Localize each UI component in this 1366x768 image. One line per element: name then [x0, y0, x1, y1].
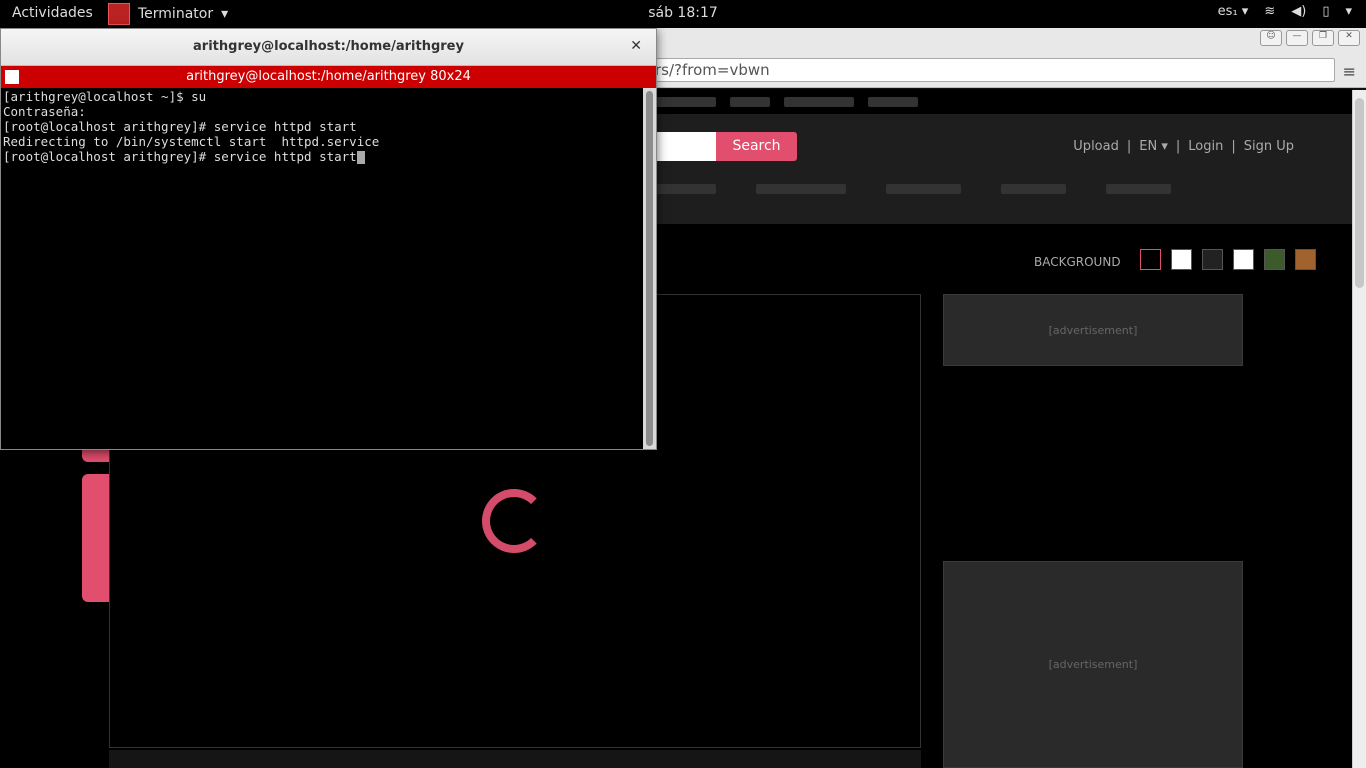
site-search-button[interactable]: Search: [716, 132, 797, 161]
swatch-pattern-dark[interactable]: [1202, 249, 1223, 270]
page-scrollbar-thumb[interactable]: [1355, 98, 1364, 288]
app-menu-label: Terminator: [138, 6, 214, 22]
terminal-line: [root@localhost arithgrey]# service http…: [3, 119, 357, 134]
terminal-prompt-line: [root@localhost arithgrey]# service http…: [3, 149, 641, 164]
swatch-brown[interactable]: [1295, 249, 1316, 270]
page-scrollbar[interactable]: [1352, 90, 1366, 768]
language-select[interactable]: EN ▾: [1139, 139, 1168, 154]
minimize-button[interactable]: —: [1286, 30, 1308, 46]
wifi-icon[interactable]: ≋: [1264, 4, 1275, 19]
signup-link[interactable]: Sign Up: [1244, 139, 1294, 154]
upload-link[interactable]: Upload: [1073, 139, 1119, 154]
terminal-line: Redirecting to /bin/systemctl start http…: [3, 134, 380, 149]
system-tray: es₁ ▾ ≋ ◀) ▯ ▾: [1218, 4, 1352, 19]
terminal-output[interactable]: [arithgrey@localhost ~]$ su Contraseña: [r…: [1, 88, 643, 449]
terminator-titlebar[interactable]: arithgrey@localhost:/home/arithgrey ✕: [1, 29, 656, 66]
terminal-tab-title: arithgrey@localhost:/home/arithgrey 80x2…: [186, 69, 471, 84]
tab-placeholder: [756, 184, 846, 194]
nav-link-placeholder: [730, 96, 770, 107]
account-links: Upload | EN ▾ | Login | Sign Up: [1073, 139, 1294, 154]
site-nav-placeholder: [640, 89, 1352, 114]
terminal-scrollbar-thumb[interactable]: [646, 91, 653, 446]
nav-link-placeholder: [868, 96, 918, 107]
user-icon[interactable]: ☺: [1260, 30, 1282, 46]
login-link[interactable]: Login: [1188, 139, 1223, 154]
restore-button[interactable]: ❐: [1312, 30, 1334, 46]
swatch-white[interactable]: [1171, 249, 1192, 270]
activities-button[interactable]: Actividades: [12, 5, 93, 21]
tab-placeholder: [1106, 184, 1171, 194]
window-controls: ☺ — ❐ ✕: [1260, 30, 1360, 46]
tab-placeholder: [656, 184, 716, 194]
loading-spinner-icon: [482, 489, 546, 553]
tab-placeholder: [1001, 184, 1066, 194]
nav-link-placeholder: [784, 96, 854, 107]
gnome-top-bar: Actividades Terminator ▾ sáb 18:17 es₁ ▾…: [0, 0, 1366, 28]
terminator-app-icon: [108, 3, 130, 25]
chevron-down-icon: ▾: [221, 6, 229, 22]
input-method-indicator[interactable]: es₁ ▾: [1218, 4, 1249, 19]
ad-placeholder: [advertisement]: [943, 294, 1243, 366]
terminal-line: [arithgrey@localhost ~]$ su: [3, 89, 207, 104]
description-placeholder: [109, 750, 921, 768]
tab-placeholder: [886, 184, 961, 194]
terminator-window: arithgrey@localhost:/home/arithgrey ✕ ar…: [0, 28, 657, 450]
browser-menu-icon[interactable]: ≡: [1343, 62, 1356, 81]
terminator-tab[interactable]: arithgrey@localhost:/home/arithgrey 80x2…: [1, 66, 656, 88]
terminal-scrollbar[interactable]: [643, 88, 656, 449]
background-swatches: [1140, 249, 1316, 270]
ad-placeholder: [advertisement]: [943, 561, 1243, 768]
app-menu[interactable]: Terminator ▾: [108, 0, 228, 28]
swatch-green[interactable]: [1264, 249, 1285, 270]
chevron-down-icon[interactable]: ▾: [1345, 4, 1352, 19]
address-bar[interactable]: rs/?from=vbwn: [640, 58, 1335, 82]
swatch-black[interactable]: [1140, 249, 1161, 270]
battery-icon[interactable]: ▯: [1322, 4, 1329, 19]
terminal-line: Contraseña:: [3, 104, 86, 119]
window-title: arithgrey@localhost:/home/arithgrey: [193, 39, 464, 54]
nav-link-placeholder: [656, 96, 716, 107]
terminal-cursor: [356, 151, 365, 164]
swatch-pattern-light[interactable]: [1233, 249, 1254, 270]
url-text: rs/?from=vbwn: [655, 61, 770, 79]
close-icon[interactable]: ✕: [630, 38, 642, 54]
close-button[interactable]: ✕: [1338, 30, 1360, 46]
site-header: Search Upload | EN ▾ | Login | Sign Up: [640, 114, 1352, 224]
side-tab[interactable]: [82, 474, 109, 602]
category-tabs-placeholder: [640, 176, 1352, 202]
background-label: BACKGROUND: [1034, 255, 1121, 269]
volume-icon[interactable]: ◀): [1291, 4, 1306, 19]
